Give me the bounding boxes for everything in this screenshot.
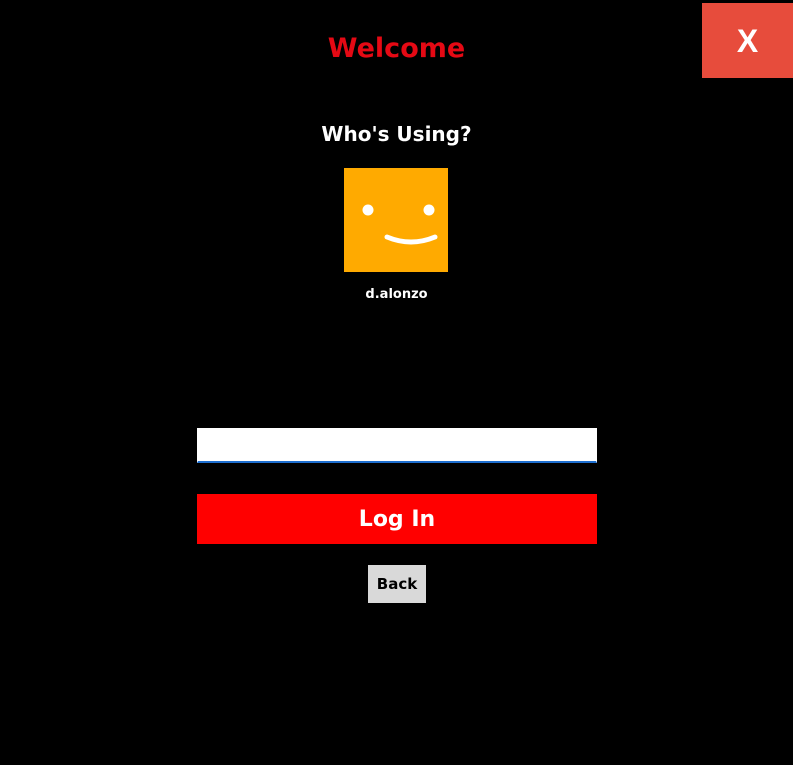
left-eye [362, 204, 374, 216]
back-button[interactable]: Back [368, 565, 426, 603]
profile-tile-d-alonzo[interactable] [344, 168, 448, 272]
profile-name: d.alonzo [365, 287, 428, 302]
smiley-face-icon [344, 168, 448, 272]
password-input[interactable] [197, 428, 597, 463]
profile-heading: Who's Using? [321, 122, 472, 146]
login-button[interactable]: Log In [197, 494, 597, 544]
profile-avatar-bg [344, 168, 448, 272]
page-title: Welcome [327, 33, 466, 64]
right-eye [423, 204, 435, 216]
